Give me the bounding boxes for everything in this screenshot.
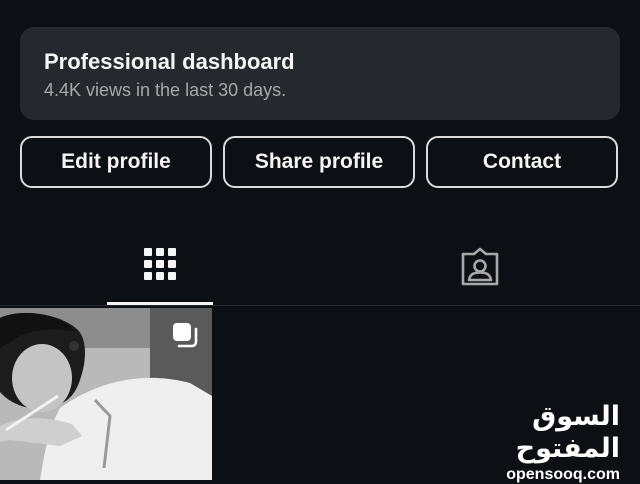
tab-tagged[interactable] bbox=[427, 236, 533, 306]
dashboard-title: Professional dashboard bbox=[44, 49, 295, 74]
grid-icon bbox=[144, 248, 176, 280]
watermark-arabic-text: السوق المفتوح bbox=[515, 401, 621, 463]
edit-profile-button[interactable]: Edit profile bbox=[20, 136, 212, 188]
tagged-person-icon bbox=[461, 247, 499, 286]
post-thumbnail[interactable] bbox=[0, 308, 212, 480]
multiple-photos-icon bbox=[173, 323, 198, 348]
contact-button[interactable]: Contact bbox=[426, 136, 618, 188]
dashboard-views-subtitle: 4.4K views in the last 30 days. bbox=[44, 80, 287, 100]
watermark-latin-text: opensooq.com bbox=[506, 466, 620, 483]
tab-posts-grid[interactable] bbox=[107, 236, 213, 306]
tabs-divider bbox=[0, 305, 640, 306]
opensooq-watermark: السوق المفتوح opensooq.com bbox=[468, 400, 621, 484]
professional-dashboard-card[interactable]: Professional dashboard 4.4K views in the… bbox=[20, 27, 620, 120]
share-profile-button[interactable]: Share profile bbox=[223, 136, 415, 188]
